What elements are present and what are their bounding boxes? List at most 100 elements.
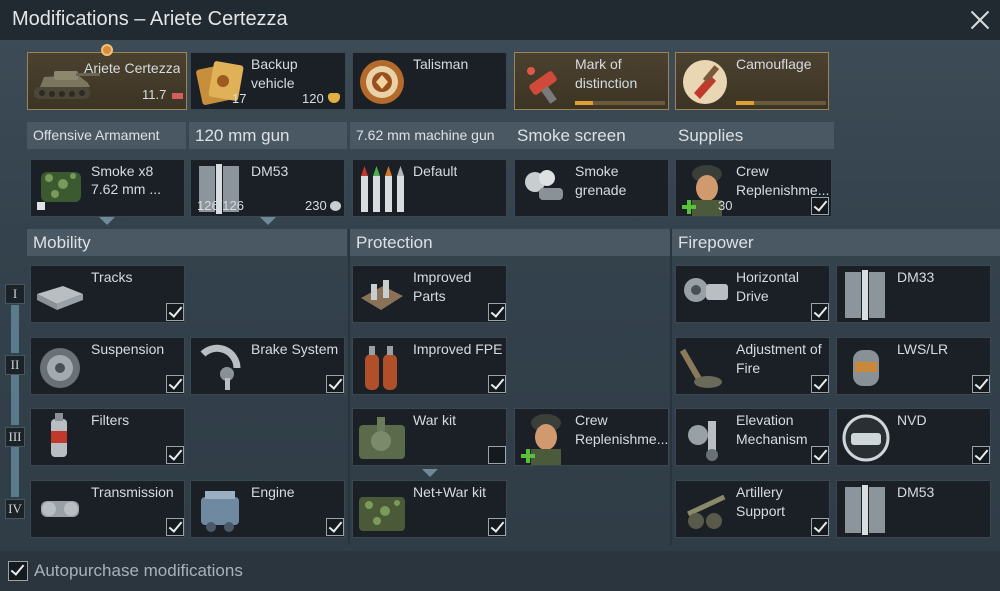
nvd-checkbox[interactable] [972, 446, 990, 464]
war-kit-card[interactable]: War kit [352, 408, 507, 466]
lws-lr-icon [853, 350, 879, 386]
expand-arrow-icon[interactable] [260, 217, 276, 225]
talisman-card[interactable]: Talisman [352, 52, 507, 110]
filters-title: Filters [91, 412, 130, 428]
backup-vehicle-card[interactable]: Backup vehicle 17 120 [190, 52, 346, 110]
plus-icon [682, 200, 696, 214]
horizontal-drive-icon [684, 278, 728, 302]
research-points-icon [330, 201, 341, 211]
brake-system-card[interactable]: Brake System [190, 337, 345, 395]
brake-system-checkbox[interactable] [326, 375, 344, 393]
smoke-grenade-title: Smoke grenade [575, 163, 627, 198]
improved-fpe-card[interactable]: Improved FPE [352, 337, 507, 395]
mark-of-distinction-card[interactable]: Mark of distinction [514, 52, 669, 110]
artillery-support-checkbox[interactable] [811, 518, 829, 536]
improved-parts-title: Improved Parts [413, 269, 472, 304]
lws-lr-checkbox[interactable] [972, 375, 990, 393]
transmission-card[interactable]: Transmission [30, 480, 185, 538]
dm53-cost: 230 [305, 198, 327, 213]
adjustment-of-fire-title: Adjustment of Fire [736, 341, 822, 376]
engine-icon [201, 491, 239, 532]
expand-arrow-icon[interactable] [422, 469, 438, 477]
mg-default-title: Default [413, 163, 458, 179]
camouflage-progress-bar [736, 101, 826, 105]
dm33-title: DM33 [897, 269, 935, 285]
autopurchase-label[interactable]: Autopurchase modifications [34, 561, 243, 581]
expand-arrow-icon[interactable] [99, 217, 115, 225]
tracks-card[interactable]: Tracks [30, 265, 185, 323]
net-war-kit-checkbox[interactable] [488, 518, 506, 536]
mg-default-card[interactable]: Default [352, 159, 507, 217]
vehicle-card[interactable]: Ariete Certezza 11.7 [27, 52, 187, 110]
header-762-mg: 7.62 mm machine gun [350, 122, 511, 149]
engine-card[interactable]: Engine [190, 480, 345, 538]
tier-label-2: II [5, 355, 25, 375]
crew-replenishment-title: Crew Replenishme... [575, 412, 669, 447]
mg-belt-icon [361, 166, 404, 212]
smoke-grenade-card[interactable]: Smoke grenade [514, 159, 669, 217]
footer-bar: Autopurchase modifications [0, 551, 1000, 591]
suspension-checkbox[interactable] [166, 375, 184, 393]
dm33-card[interactable]: DM33 [836, 265, 991, 323]
improved-parts-card[interactable]: Improved Parts [352, 265, 507, 323]
war-kit-title: War kit [413, 412, 457, 428]
title-bar: Modifications – Ariete Certezza [0, 0, 1000, 40]
tier-connector [11, 305, 19, 353]
crew-replenishment-checkbox[interactable] [811, 197, 829, 215]
adjustment-of-fire-icon [679, 348, 722, 388]
adjustment-of-fire-checkbox[interactable] [811, 375, 829, 393]
smoke-grenade-icon [525, 170, 563, 200]
net-war-kit-card[interactable]: Net+War kit [352, 480, 507, 538]
crew-replenishment-protection-card[interactable]: Crew Replenishme... [514, 408, 669, 466]
dm53-firepower-card[interactable]: DM53 [836, 480, 991, 538]
elevation-mechanism-checkbox[interactable] [811, 446, 829, 464]
filters-card[interactable]: Filters [30, 408, 185, 466]
horizontal-drive-card[interactable]: Horizontal Drive [675, 265, 830, 323]
improved-fpe-icon [365, 346, 397, 390]
mark-of-distinction-title: Mark of distinction [575, 56, 638, 91]
dm53-ammo-count: 126/126 [197, 198, 244, 213]
crew-replenishment-title: Crew Replenishme... [736, 163, 830, 198]
tier-label-3: III [5, 427, 25, 447]
dm53-gun-title: DM53 [251, 163, 289, 179]
suspension-card[interactable]: Suspension [30, 337, 185, 395]
artillery-support-title: Artillery Support [736, 484, 786, 519]
dm53-gun-card[interactable]: DM53 126/126 230 [190, 159, 345, 217]
improved-fpe-title: Improved FPE [413, 341, 503, 357]
backup-vehicle-title: Backup vehicle [251, 56, 298, 91]
autopurchase-checkbox[interactable] [8, 561, 28, 581]
nvd-card[interactable]: NVD [836, 408, 991, 466]
column-divider [670, 229, 672, 545]
smoke-x8-subtitle: 7.62 mm ... [91, 181, 162, 197]
horizontal-drive-checkbox[interactable] [811, 303, 829, 321]
crew-replenishment-supplies-card[interactable]: Crew Replenishme... 30 [675, 159, 832, 217]
war-kit-checkbox[interactable] [488, 446, 506, 464]
camouflage-card[interactable]: Camouflage [675, 52, 829, 110]
close-icon[interactable] [966, 6, 994, 34]
mark-progress-bar [575, 101, 665, 105]
adjustment-of-fire-card[interactable]: Adjustment of Fire [675, 337, 830, 395]
dm33-shell-icon [845, 270, 885, 320]
camouflage-brush-icon [683, 60, 727, 104]
backup-right-count: 120 [302, 91, 324, 106]
mark-of-distinction-icon [527, 67, 557, 104]
filters-checkbox[interactable] [166, 446, 184, 464]
suspension-icon [40, 348, 80, 388]
header-protection: Protection [350, 229, 672, 256]
engine-checkbox[interactable] [326, 518, 344, 536]
header-offensive-armament: Offensive Armament [27, 122, 186, 149]
lws-lr-card[interactable]: LWS/LR [836, 337, 991, 395]
tracks-checkbox[interactable] [166, 303, 184, 321]
window-title: Modifications – Ariete Certezza [12, 8, 288, 30]
transmission-checkbox[interactable] [166, 518, 184, 536]
tier-label-1: I [5, 284, 25, 304]
improved-parts-checkbox[interactable] [488, 303, 506, 321]
improved-fpe-checkbox[interactable] [488, 375, 506, 393]
artillery-support-card[interactable]: Artillery Support [675, 480, 830, 538]
elevation-mechanism-card[interactable]: Elevation Mechanism [675, 408, 830, 466]
camouflage-title: Camouflage [736, 56, 812, 72]
suspension-title: Suspension [91, 341, 165, 357]
smoke-x8-card[interactable]: Smoke x8 7.62 mm ... [30, 159, 185, 217]
improved-parts-icon [361, 280, 403, 310]
column-divider [348, 229, 350, 545]
